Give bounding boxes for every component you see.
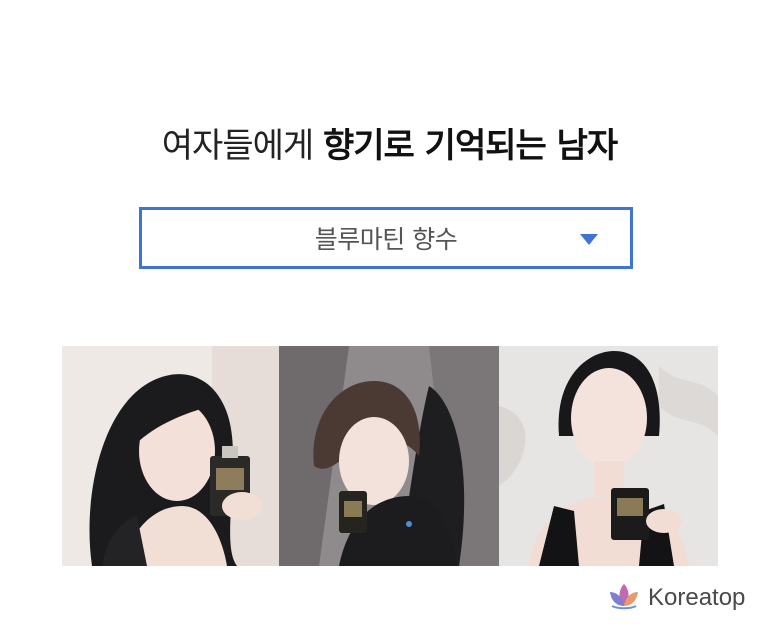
- photo-woman-holding-perfume-3: [499, 346, 718, 566]
- brand-logo: Koreatop: [606, 582, 745, 614]
- photo-woman-holding-perfume-2: [279, 346, 499, 566]
- dropdown-selected-value: 블루마틴 향수: [314, 225, 458, 254]
- triangle-down-icon[interactable]: [580, 234, 598, 245]
- headline-bold: 향기로 기억되는 남자: [323, 126, 618, 166]
- photo-woman-holding-perfume-1: [62, 346, 279, 566]
- lotus-logo-icon: [606, 582, 642, 614]
- headline: 여자들에게 향기로 기억되는 남자: [0, 118, 779, 167]
- headline-regular: 여자들에게: [161, 126, 323, 166]
- brand-name: Koreatop: [648, 584, 746, 611]
- perfume-dropdown[interactable]: 블루마틴 향수: [139, 207, 633, 269]
